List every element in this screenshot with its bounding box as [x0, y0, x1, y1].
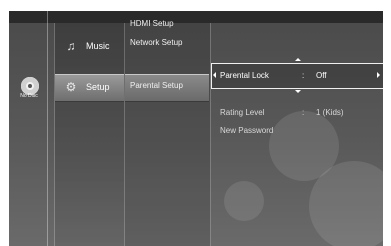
- menu-item-setup[interactable]: ⚙ Setup: [64, 76, 110, 98]
- option-label: New Password: [220, 126, 274, 135]
- option-new-password[interactable]: New Password: [220, 126, 302, 135]
- submenu-item-network-setup[interactable]: Network Setup: [130, 38, 182, 47]
- menu-item-music[interactable]: ♫ Music: [64, 35, 110, 57]
- arrow-right-icon: [377, 72, 380, 78]
- top-bar: [9, 11, 383, 23]
- sidebar-divider: [47, 11, 48, 246]
- option-label: Rating Level: [220, 108, 265, 117]
- submenu-item-parental-setup[interactable]: Parental Setup: [130, 81, 183, 90]
- option-label: Parental Lock: [220, 71, 269, 80]
- option-rating-level[interactable]: Rating Level : 1 (Kids): [220, 108, 344, 117]
- disc-status-label: No Disc: [20, 93, 38, 99]
- option-value: 1 (Kids): [316, 108, 344, 117]
- menu-item-label: Music: [86, 41, 110, 51]
- option-separator: :: [302, 108, 305, 117]
- option-separator: :: [302, 71, 305, 80]
- menu-item-label: Setup: [86, 82, 110, 92]
- arrow-down-icon: [295, 90, 301, 93]
- arrow-left-icon: [213, 72, 216, 78]
- background-bokeh: [224, 181, 264, 221]
- sub-menu-column: [124, 23, 211, 246]
- gear-icon: ⚙: [65, 80, 77, 94]
- submenu-item-hdmi-setup[interactable]: HDMI Setup: [130, 19, 174, 28]
- arrow-up-icon: [295, 58, 301, 61]
- option-value: Off: [316, 71, 327, 80]
- music-note-icon: ♫: [66, 39, 76, 53]
- menu-screen: No Disc ♫ Music ⚙ Setup HDMI Setup Netwo…: [9, 11, 383, 246]
- option-parental-lock[interactable]: Parental Lock : Off: [220, 71, 327, 80]
